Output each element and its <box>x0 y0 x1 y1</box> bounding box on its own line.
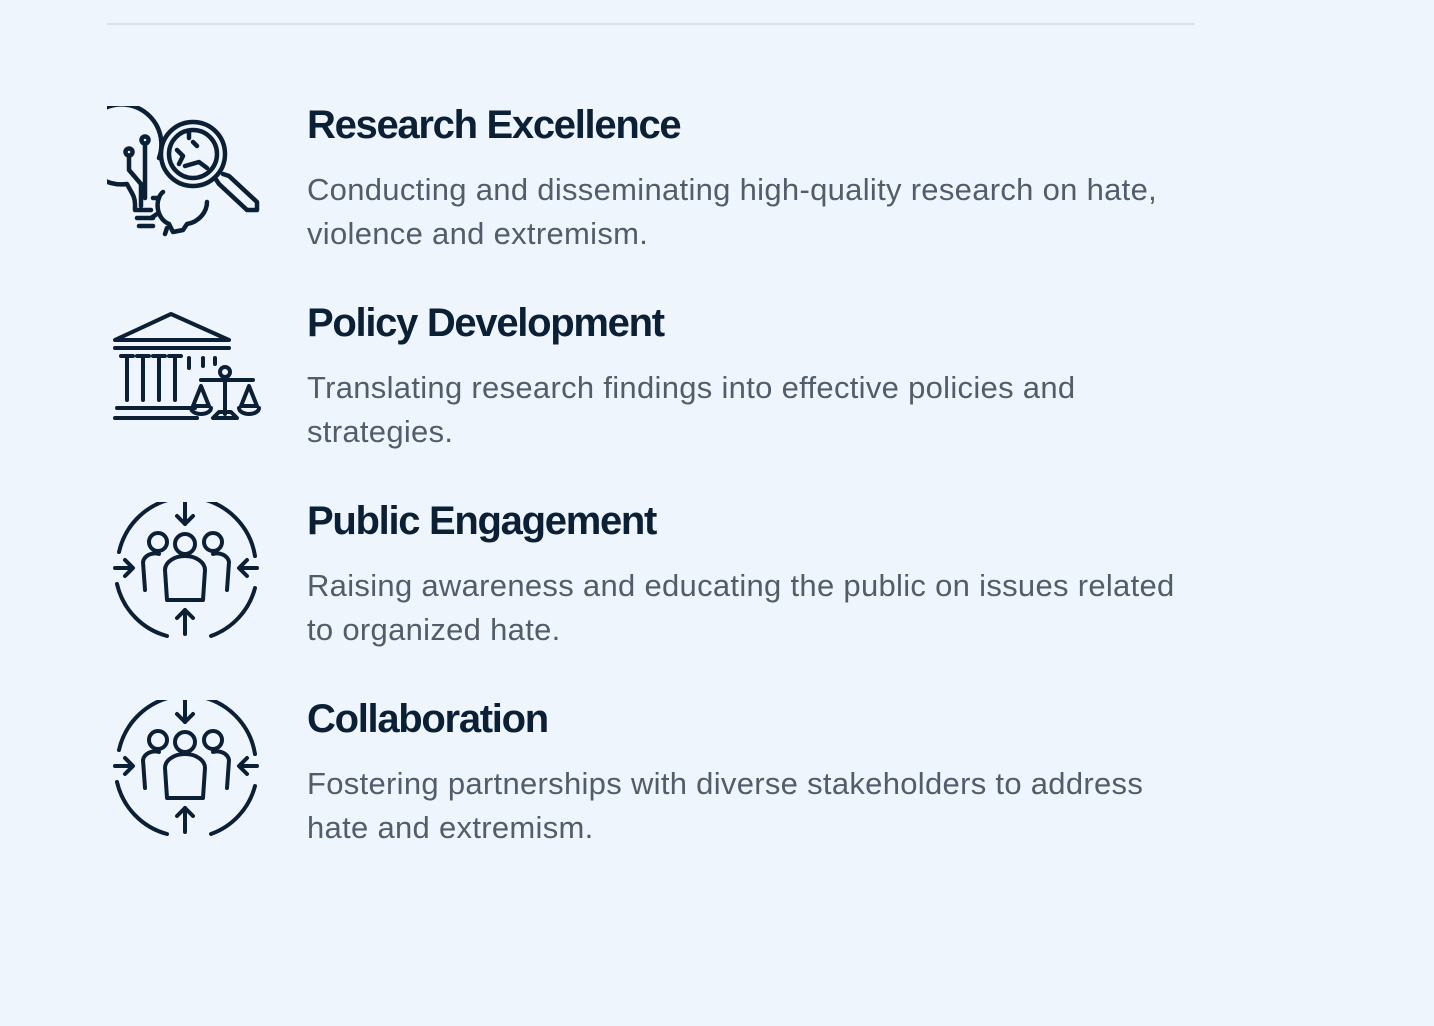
section-divider <box>107 23 1195 25</box>
government-building-scales-icon <box>107 304 267 464</box>
feature-title: Research Excellence <box>307 103 682 147</box>
feature-description: Fostering partnerships with diverse stak… <box>307 766 1144 845</box>
feature-collaboration: Collaboration Fostering partnerships wit… <box>107 697 1195 890</box>
people-cycle-arrows-icon <box>107 700 267 860</box>
feature-title: Policy Development <box>307 301 665 345</box>
research-magnifier-lightbulb-icon <box>107 106 267 266</box>
feature-title: Public Engagement <box>307 499 657 543</box>
feature-title: Collaboration <box>307 697 549 741</box>
feature-description: Translating research findings into effec… <box>307 370 1076 449</box>
feature-public-engagement: Public Engagement Raising awareness and … <box>107 499 1195 692</box>
feature-research-excellence: Research Excellence Conducting and disse… <box>107 103 1195 296</box>
feature-description: Conducting and disseminating high-qualit… <box>307 172 1158 251</box>
people-cycle-arrows-icon <box>107 502 267 662</box>
feature-description: Raising awareness and educating the publ… <box>307 568 1175 647</box>
feature-policy-development: Policy Development Translating research … <box>107 301 1195 494</box>
